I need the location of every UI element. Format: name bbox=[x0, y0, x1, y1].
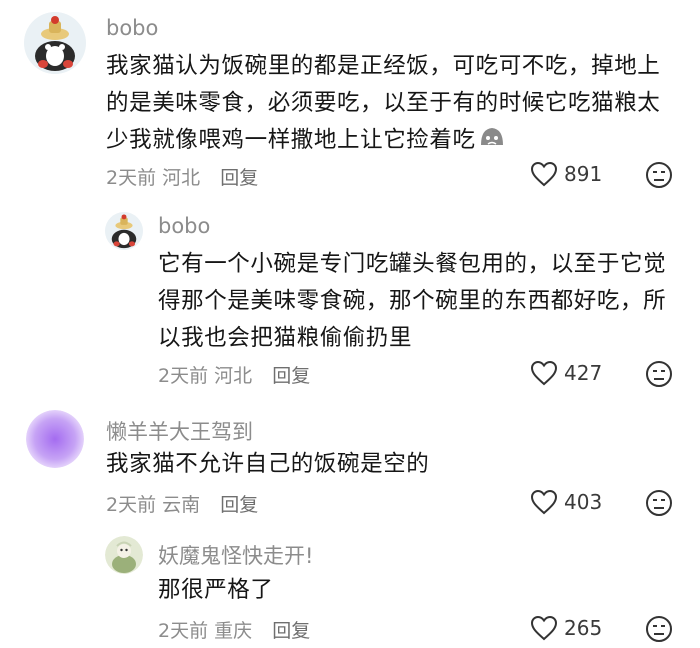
comment-text-line: 我家猫不允许自己的饭碗是空的 bbox=[106, 451, 430, 477]
username[interactable]: bobo bbox=[158, 214, 210, 238]
comment-text-line: 的是美味零食，必须要吃，以至于有的时候它吃猫粮太 bbox=[106, 90, 661, 116]
dislike-button[interactable] bbox=[645, 360, 673, 392]
comment-time: 2天前 bbox=[106, 167, 157, 189]
heart-icon bbox=[530, 489, 558, 515]
heart-icon bbox=[530, 161, 558, 187]
comment-location: 河北 bbox=[162, 167, 201, 189]
like-button[interactable]: 265 bbox=[530, 615, 602, 641]
like-button[interactable]: 403 bbox=[530, 489, 602, 515]
comment-time: 2天前 bbox=[158, 620, 209, 642]
comment-text-line: 我家猫认为饭碗里的都是正经饭，可吃可不吃，掉地上 bbox=[106, 53, 661, 79]
username[interactable]: 妖魔鬼怪快走开! bbox=[158, 540, 313, 570]
username[interactable]: bobo bbox=[106, 16, 158, 40]
comment-time: 2天前 bbox=[106, 494, 157, 516]
dislike-face-icon bbox=[646, 490, 672, 516]
comment-location: 重庆 bbox=[214, 620, 253, 642]
dislike-button[interactable] bbox=[645, 615, 673, 647]
like-button[interactable]: 891 bbox=[530, 161, 602, 187]
like-button[interactable]: 427 bbox=[530, 360, 602, 386]
comment-text: 它有一个小碗是专门吃罐头餐包用的，以至于它觉 得那个是美味零食碗，那个碗里的东西… bbox=[158, 246, 688, 357]
comment-text-line-content: 少我就像喂鸡一样撒地上让它捡着吃 bbox=[106, 127, 476, 153]
reply-button[interactable]: 回复 bbox=[272, 620, 310, 642]
like-count: 891 bbox=[564, 162, 603, 186]
comment-meta: 2天前 重庆 回复 bbox=[158, 616, 310, 643]
dislike-face-icon bbox=[646, 162, 672, 188]
username[interactable]: 懒羊羊大王驾到 bbox=[106, 416, 253, 446]
like-count: 265 bbox=[564, 616, 603, 640]
dislike-button[interactable] bbox=[645, 489, 673, 521]
sad-emoji-icon bbox=[478, 123, 506, 163]
avatar[interactable] bbox=[24, 12, 86, 74]
like-count: 403 bbox=[564, 490, 603, 514]
dislike-face-icon bbox=[646, 616, 672, 642]
reply-button[interactable]: 回复 bbox=[220, 167, 258, 189]
comment-text-line: 得那个是美味零食碗，那个碗里的东西都好吃，所 bbox=[158, 288, 667, 314]
avatar[interactable] bbox=[105, 212, 143, 250]
comment-location: 河北 bbox=[214, 365, 253, 387]
comment-text: 我家猫不允许自己的饭碗是空的 bbox=[106, 446, 686, 483]
comment-meta: 2天前 河北 回复 bbox=[158, 361, 310, 388]
comment-text-line: 少我就像喂鸡一样撒地上让它捡着吃 bbox=[106, 122, 686, 163]
dislike-face-icon bbox=[646, 361, 672, 387]
comment-location: 云南 bbox=[162, 494, 201, 516]
reply-button[interactable]: 回复 bbox=[220, 494, 258, 516]
comment-time: 2天前 bbox=[158, 365, 209, 387]
comment-meta: 2天前 云南 回复 bbox=[106, 490, 258, 517]
heart-icon bbox=[530, 360, 558, 386]
comment-text: 那很严格了 bbox=[158, 572, 688, 609]
comment-text: 我家猫认为饭碗里的都是正经饭，可吃可不吃，掉地上 的是美味零食，必须要吃，以至于… bbox=[106, 48, 686, 163]
comment-meta: 2天前 河北 回复 bbox=[106, 163, 258, 190]
comment-text-line: 那很严格了 bbox=[158, 577, 274, 603]
like-count: 427 bbox=[564, 361, 603, 385]
avatar[interactable] bbox=[105, 536, 143, 574]
comment-text-line: 它有一个小碗是专门吃罐头餐包用的，以至于它觉 bbox=[158, 251, 667, 277]
dislike-button[interactable] bbox=[645, 161, 673, 193]
heart-icon bbox=[530, 615, 558, 641]
comment-text-line: 以我也会把猫粮偷偷扔里 bbox=[158, 325, 413, 351]
reply-button[interactable]: 回复 bbox=[272, 365, 310, 387]
avatar[interactable] bbox=[26, 410, 84, 468]
